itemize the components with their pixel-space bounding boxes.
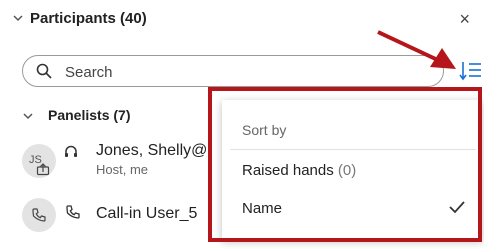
participant-role: Host, me [96,162,149,177]
sort-menu: Sort by Raised hands (0) Name [222,100,482,240]
share-icon [36,162,50,179]
participant-name: Jones, Shelly@ [96,142,208,159]
search-box[interactable] [22,55,444,87]
phone-icon [31,207,47,226]
search-input[interactable] [63,60,427,84]
phone-icon [65,204,81,225]
sort-option-label: Name [242,200,283,217]
panelists-chevron-down-icon[interactable] [22,110,34,125]
participant-name: Call-in User_5 [96,205,198,222]
headset-icon [63,144,79,165]
sort-icon[interactable] [459,58,483,84]
avatar [22,198,56,232]
close-icon[interactable]: × [459,9,470,30]
panel-header: Participants (40) × [0,0,484,44]
sort-menu-header: Sort by [242,122,287,138]
checkmark-icon [448,198,466,221]
search-icon [35,62,53,85]
raised-hands-count: (0) [337,162,357,179]
avatar: JS [22,144,56,178]
panelists-section-title: Panelists (7) [48,107,131,123]
chevron-down-icon[interactable] [12,12,24,27]
menu-divider [230,149,476,150]
sort-option-raised-hands[interactable]: Raised hands (0) [222,152,482,190]
sort-option-label: Raised hands [242,162,334,179]
sort-option-name[interactable]: Name [222,190,482,228]
panel-title: Participants (40) [30,10,147,27]
